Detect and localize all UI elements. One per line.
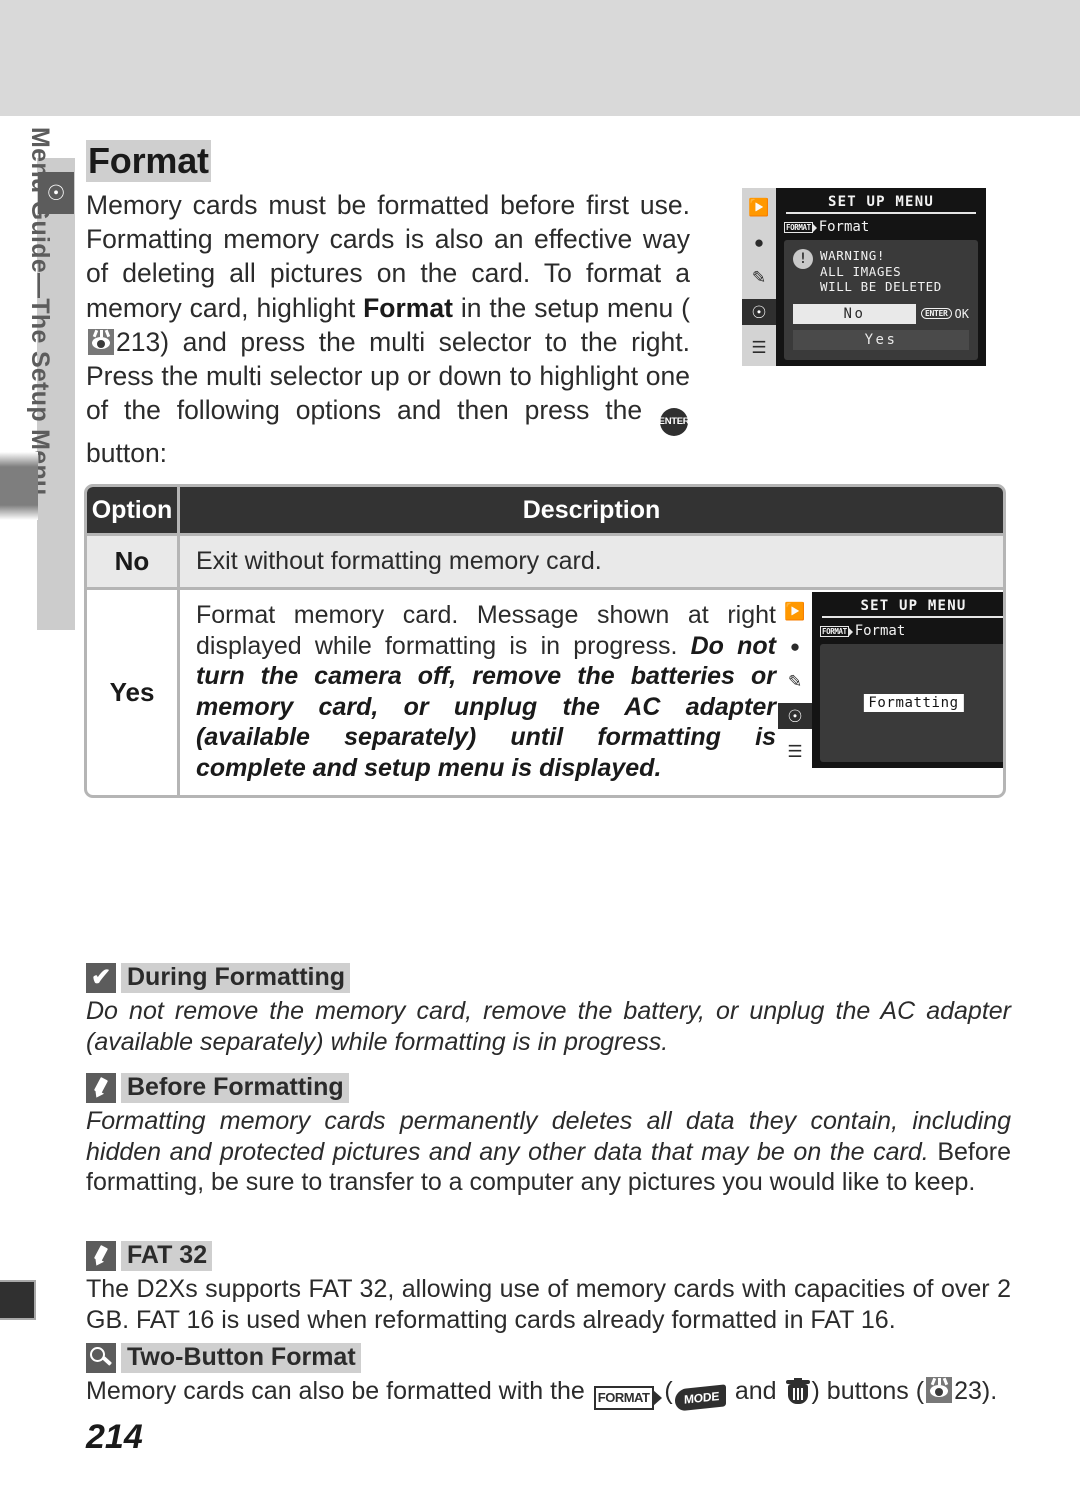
note-before-formatting: Before Formatting Formatting memory card…: [86, 1073, 1011, 1198]
format-badge-icon: FORMAT: [820, 625, 853, 637]
page-number: 214: [86, 1418, 143, 1456]
lcd-menu-rail: ▶️ ● ✎ ☉ ☰: [778, 592, 812, 768]
lcd-menu-item: Format: [818, 219, 870, 235]
warning-block: ! WARNING! ALL IMAGES WILL BE DELETED: [793, 248, 969, 295]
page-title-text: Format: [86, 140, 211, 182]
pencil-icon: ✎: [787, 671, 803, 691]
format-button-icon: FORMAT: [593, 1386, 663, 1411]
page-title: Format: [86, 140, 211, 182]
page-reference-eye-icon: [926, 1377, 953, 1403]
table-cell-desc-no: Exit without formatting memory card.: [180, 536, 1003, 587]
trash-button-icon: [785, 1378, 810, 1404]
table-cell-option-yes: Yes: [87, 590, 180, 795]
format-badge-icon: FORMAT: [784, 221, 817, 233]
intro-text-c: ) and press the multi selector to the ri…: [86, 326, 690, 426]
camera-icon: ●: [753, 232, 765, 252]
lcd-option-yes-row[interactable]: Yes: [793, 329, 969, 350]
lcd-screen: SET UP MENU FORMAT Format ! WARNING! ALL…: [776, 188, 986, 366]
top-gray-band: [0, 0, 1080, 116]
lcd-option-yes[interactable]: Yes: [793, 329, 969, 350]
intro-paragraph: Memory cards must be formatted before fi…: [86, 188, 690, 471]
lcd-formatting-status: Formatting: [863, 694, 964, 712]
two-btn-text-c: and: [727, 1377, 784, 1405]
manual-page: ☉ Menu Guide—The Setup Menu Format Memor…: [0, 0, 1080, 1486]
warning-exclamation-icon: !: [793, 249, 813, 269]
bleed-marker-gray: [0, 452, 38, 520]
table-cell-desc-yes: Format memory card. Message shown at rig…: [180, 590, 1003, 795]
note-two-button-format: Two-Button Format Memory cards can also …: [86, 1343, 1011, 1412]
mode-button-icon: MODE: [674, 1384, 726, 1412]
enter-button-icon: ENTER: [659, 408, 690, 437]
intro-text-b: in the setup menu (: [452, 292, 691, 323]
lcd-title: SET UP MENU: [822, 598, 1003, 618]
note-body: The D2Xs supports FAT 32, allowing use o…: [86, 1274, 1011, 1335]
warning-line-3: WILL BE DELETED: [820, 279, 942, 294]
lcd-warning-screenshot: ▶️ ● ✎ ☉ ☰ SET UP MENU FORMAT Format ! W…: [742, 188, 986, 366]
recent-icon: ☰: [751, 337, 767, 357]
note-body: Do not remove the memory card, remove th…: [86, 996, 1011, 1057]
pencil-icon: ✎: [751, 267, 767, 287]
yes-description-text: Format memory card. Message shown at rig…: [196, 600, 776, 783]
wrench-icon: ☉: [778, 703, 812, 729]
note-title: Two-Button Format: [121, 1343, 361, 1373]
lcd-formatting-screenshot: ▶️ ● ✎ ☉ ☰ SET UP MENU FORMAT Format For…: [778, 592, 1003, 768]
note-title: FAT 32: [121, 1241, 213, 1271]
lcd-warning-panel: ! WARNING! ALL IMAGES WILL BE DELETED No…: [784, 240, 978, 360]
wrench-icon: ☉: [742, 299, 776, 325]
playback-icon: ▶️: [748, 197, 770, 217]
recent-icon: ☰: [787, 741, 803, 761]
note-heading: FAT 32: [86, 1241, 1011, 1271]
lcd-option-no-row[interactable]: No ENTER OK: [793, 303, 969, 324]
table-header-description: Description: [180, 487, 1003, 533]
table-row: No Exit without formatting memory card.: [87, 533, 1003, 587]
note-body: Formatting memory cards permanently dele…: [86, 1106, 1011, 1198]
checkmark-icon: ✔: [86, 963, 116, 993]
two-btn-text-d: ) buttons (: [811, 1377, 925, 1405]
note-during-formatting: ✔ During Formatting Do not remove the me…: [86, 963, 1011, 1057]
pencil-icon: [86, 1241, 116, 1271]
lcd-ok-hint: ENTER OK: [920, 306, 969, 321]
note-title: During Formatting: [121, 963, 351, 993]
two-btn-text-a: Memory cards can also be formatted with …: [86, 1377, 592, 1405]
bleed-marker-black: [0, 1280, 36, 1320]
note-body: Memory cards can also be formatted with …: [86, 1376, 1011, 1412]
magnifier-icon: [86, 1343, 116, 1373]
note-body-italic: Do not remove the memory card, remove th…: [86, 997, 1011, 1056]
page-reference-eye-icon: [88, 328, 114, 355]
note-heading: Before Formatting: [86, 1073, 1011, 1103]
table-header-row: Option Description: [87, 487, 1003, 533]
note-heading: Two-Button Format: [86, 1343, 1011, 1373]
lcd-menu-item-row: FORMAT Format: [818, 622, 1003, 642]
lcd-title: SET UP MENU: [786, 194, 976, 214]
enter-pill-icon: ENTER: [920, 308, 952, 319]
intro-page-ref: 213: [116, 326, 161, 357]
lcd-menu-item: Format: [854, 623, 906, 639]
lcd-menu-rail: ▶️ ● ✎ ☉ ☰: [742, 188, 776, 366]
ok-label: OK: [954, 306, 969, 321]
two-btn-page-ref: 23: [954, 1377, 982, 1405]
note-heading: ✔ During Formatting: [86, 963, 1011, 993]
yes-desc-normal: Format memory card. Message shown at rig…: [196, 601, 776, 660]
lcd-screen: SET UP MENU FORMAT Format Formatting: [812, 592, 1003, 768]
note-body-italic: Formatting memory cards permanently dele…: [86, 1107, 1011, 1166]
lcd-option-no[interactable]: No: [793, 303, 916, 324]
note-body-normal: The D2Xs supports FAT 32, allowing use o…: [86, 1275, 1011, 1334]
warning-line-1: WARNING!: [820, 248, 886, 263]
two-btn-text-e: ).: [981, 1377, 998, 1405]
table-row: Yes Format memory card. Message shown at…: [87, 587, 1003, 795]
table-cell-option-no: No: [87, 536, 180, 587]
warning-lines: WARNING! ALL IMAGES WILL BE DELETED: [820, 248, 942, 295]
note-title: Before Formatting: [121, 1073, 349, 1103]
note-fat32: FAT 32 The D2Xs supports FAT 32, allowin…: [86, 1241, 1011, 1335]
options-table: Option Description No Exit without forma…: [84, 484, 1006, 798]
lcd-menu-item-row: FORMAT Format: [782, 218, 980, 238]
intro-text-d: button:: [86, 438, 168, 469]
lcd-formatting-panel: Formatting: [820, 644, 1003, 762]
pencil-icon: [86, 1073, 116, 1103]
playback-icon: ▶️: [784, 601, 806, 621]
camera-icon: ●: [789, 636, 801, 656]
format-bold: Format: [363, 292, 453, 323]
warning-line-2: ALL IMAGES: [820, 263, 902, 279]
table-header-option: Option: [87, 487, 180, 533]
